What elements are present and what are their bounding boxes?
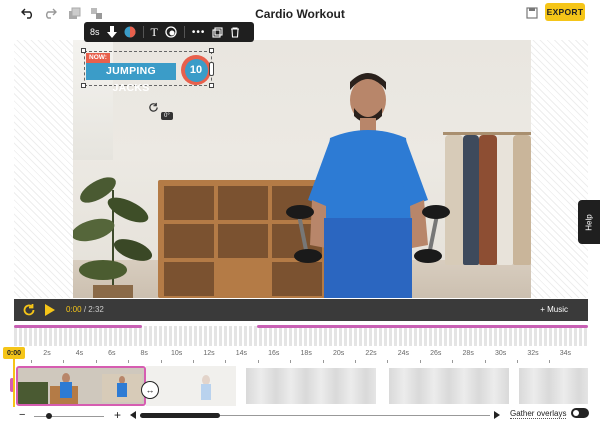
color-icon[interactable] [124, 25, 136, 39]
gather-overlays-toggle[interactable] [571, 408, 589, 418]
video-clip[interactable] [246, 368, 376, 404]
timeline-tick-label: 18s [300, 350, 312, 357]
timeline-ruler[interactable]: 2s 4s 6s 8s 10s 12s 14s 16s 18s 20s 22s 24s 26s 28s 30… [14, 347, 588, 363]
video-clip[interactable] [146, 366, 236, 406]
playhead-time[interactable]: 0:00 [3, 347, 25, 359]
audio-waveform[interactable] [14, 326, 588, 346]
total-time: 2:32 [88, 305, 104, 314]
element-toolbar: 8s T ••• [84, 22, 254, 42]
timeline-tick-label: 10s [170, 350, 183, 357]
scroll-right-icon[interactable] [494, 411, 500, 419]
resize-handle[interactable] [209, 48, 214, 53]
timeline-tick-mark [128, 360, 130, 363]
time-separator: / [83, 305, 87, 314]
timeline-tick-label: 6s [108, 350, 116, 357]
video-clip-selected[interactable] [16, 366, 146, 406]
text-icon[interactable]: T [151, 25, 158, 39]
zoom-slider-knob[interactable] [46, 413, 52, 419]
player-controls: 0:00 / 2:32 + Music [14, 299, 588, 321]
style-icon[interactable] [165, 25, 177, 39]
timeline-tick-mark [517, 360, 518, 363]
timeline-tick-mark [549, 360, 551, 363]
video-clip[interactable] [519, 368, 588, 404]
zoom-in-button[interactable]: + [114, 408, 121, 422]
timeline-tick-mark [225, 360, 227, 363]
timeline-tick-label: 30s [494, 350, 507, 357]
timeline-tick-label: 32s [527, 350, 539, 357]
save-icon[interactable] [524, 5, 540, 21]
delete-icon[interactable] [230, 25, 240, 39]
timeline-tick-mark [322, 360, 324, 363]
page-title: Cardio Workout [255, 7, 345, 21]
timeline-tick-label: 16s [268, 350, 280, 357]
scroll-left-icon[interactable] [130, 411, 136, 419]
help-tab[interactable]: Help [578, 200, 600, 244]
help-label: Help [584, 213, 594, 231]
export-button[interactable]: EXPORT [545, 3, 585, 21]
playhead[interactable] [13, 359, 15, 407]
rotate-icon[interactable] [148, 100, 159, 118]
overlay-duration-bar[interactable] [257, 325, 588, 328]
gather-overlays-label: Gather overlays [510, 409, 567, 419]
timeline-tick-label: 2s [43, 350, 51, 357]
person-illustration [286, 73, 450, 298]
timeline-tick-label: 22s [365, 350, 377, 357]
timeline-tick-label: 4s [75, 350, 84, 357]
timeline-tick-mark [193, 360, 194, 363]
timeline-tick-label: 28s [462, 350, 474, 357]
duration-button[interactable]: 8s [90, 25, 100, 39]
zoom-out-button[interactable]: − [19, 409, 25, 421]
timeline-tick-label: 34s [559, 350, 572, 357]
animation-icon[interactable] [106, 25, 117, 39]
clip-trim-handle[interactable]: ↔ [141, 381, 159, 399]
video-clip[interactable] [389, 368, 509, 404]
more-icon[interactable]: ••• [192, 25, 206, 39]
timeline-tick-mark [484, 360, 486, 363]
timeline-tick-label: 20s [332, 350, 345, 357]
now-label: NOW: [86, 53, 110, 63]
overlay-duration-bar[interactable] [14, 325, 142, 328]
timeline-tick-mark [452, 360, 454, 363]
time-display: 0:00 / 2:32 [66, 305, 104, 314]
play-icon[interactable] [44, 303, 56, 322]
zoom-slider-track[interactable] [34, 416, 104, 417]
exercise-label: JUMPING JACKS [86, 63, 176, 94]
timeline-tick-mark [419, 360, 421, 363]
timeline-tick-label: 12s [203, 350, 215, 357]
timeline-tick-mark [257, 360, 259, 363]
timeline-tick-mark [290, 360, 292, 363]
toolbar-divider [183, 26, 185, 38]
resize-horizontal-icon: ↔ [145, 385, 155, 395]
toggle-knob [573, 410, 579, 416]
resize-handle[interactable] [209, 83, 214, 88]
rotation-angle: 0° [161, 112, 173, 120]
timeline-tick-label: 24s [397, 350, 410, 357]
timeline-tick-mark [160, 360, 162, 363]
resize-handle[interactable] [81, 83, 86, 88]
toolbar-divider [142, 26, 144, 38]
rep-count-badge: 10 [181, 55, 211, 85]
timeline-tick-label: 26s [430, 350, 442, 357]
copy-icon[interactable] [212, 25, 223, 39]
timeline-tick-mark [95, 360, 97, 363]
timeline-tick-mark [63, 360, 65, 363]
plant-illustration [73, 177, 153, 298]
timeline-tick-mark [387, 360, 389, 363]
replay-icon[interactable] [22, 303, 36, 322]
timeline-tick-mark [355, 360, 356, 363]
side-resize-handle[interactable] [209, 62, 214, 76]
timeline-tick-label: 14s [235, 350, 248, 357]
current-time: 0:00 [66, 305, 82, 314]
timeline-tick-label: 8s [140, 350, 148, 357]
timeline-scroll-thumb[interactable] [140, 413, 220, 418]
add-music-button[interactable]: + Music [540, 305, 568, 314]
timeline-controls: − + Gather overlays [0, 405, 600, 437]
timeline-tick-mark [31, 360, 32, 363]
clip-thumbnail [18, 368, 144, 404]
video-track [14, 366, 588, 406]
rep-count: 10 [184, 58, 208, 82]
